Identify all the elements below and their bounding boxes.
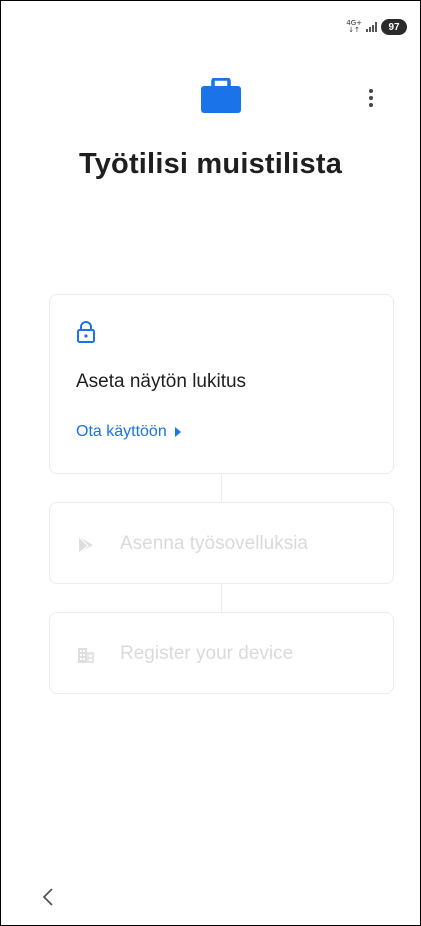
step-connector xyxy=(221,474,222,502)
play-store-icon xyxy=(78,536,93,554)
more-vert-icon[interactable] xyxy=(359,86,383,110)
network-arrows: ↓↑ xyxy=(348,26,360,34)
battery-icon: 97 xyxy=(381,19,407,35)
caret-right-icon xyxy=(174,427,181,437)
page-title: Työtilisi muistilista xyxy=(78,148,343,180)
signal-icon xyxy=(366,22,377,32)
network-type-indicator: 4G+ ↓↑ xyxy=(346,20,362,34)
back-chevron-icon[interactable] xyxy=(38,886,60,908)
status-bar: 4G+ ↓↑ 97 xyxy=(346,18,407,36)
enable-screen-lock-button[interactable]: Ota käyttöön xyxy=(76,423,181,441)
checklist-item-screen-lock[interactable]: Aseta näytön lukitus Ota käyttöön xyxy=(49,294,394,474)
install-apps-title: Asenna työsovelluksia xyxy=(120,533,308,554)
step-connector xyxy=(221,584,222,612)
checklist-item-register-device: Register your device xyxy=(49,612,394,694)
briefcase-icon xyxy=(201,78,241,113)
register-device-title: Register your device xyxy=(120,643,294,664)
screen-lock-title: Aseta näytön lukitus xyxy=(76,371,247,392)
building-icon xyxy=(78,648,94,663)
checklist-item-install-apps: Asenna työsovelluksia xyxy=(49,502,394,584)
battery-level: 97 xyxy=(388,21,400,33)
enable-button-label: Ota käyttöön xyxy=(76,423,167,440)
lock-icon xyxy=(77,321,95,343)
